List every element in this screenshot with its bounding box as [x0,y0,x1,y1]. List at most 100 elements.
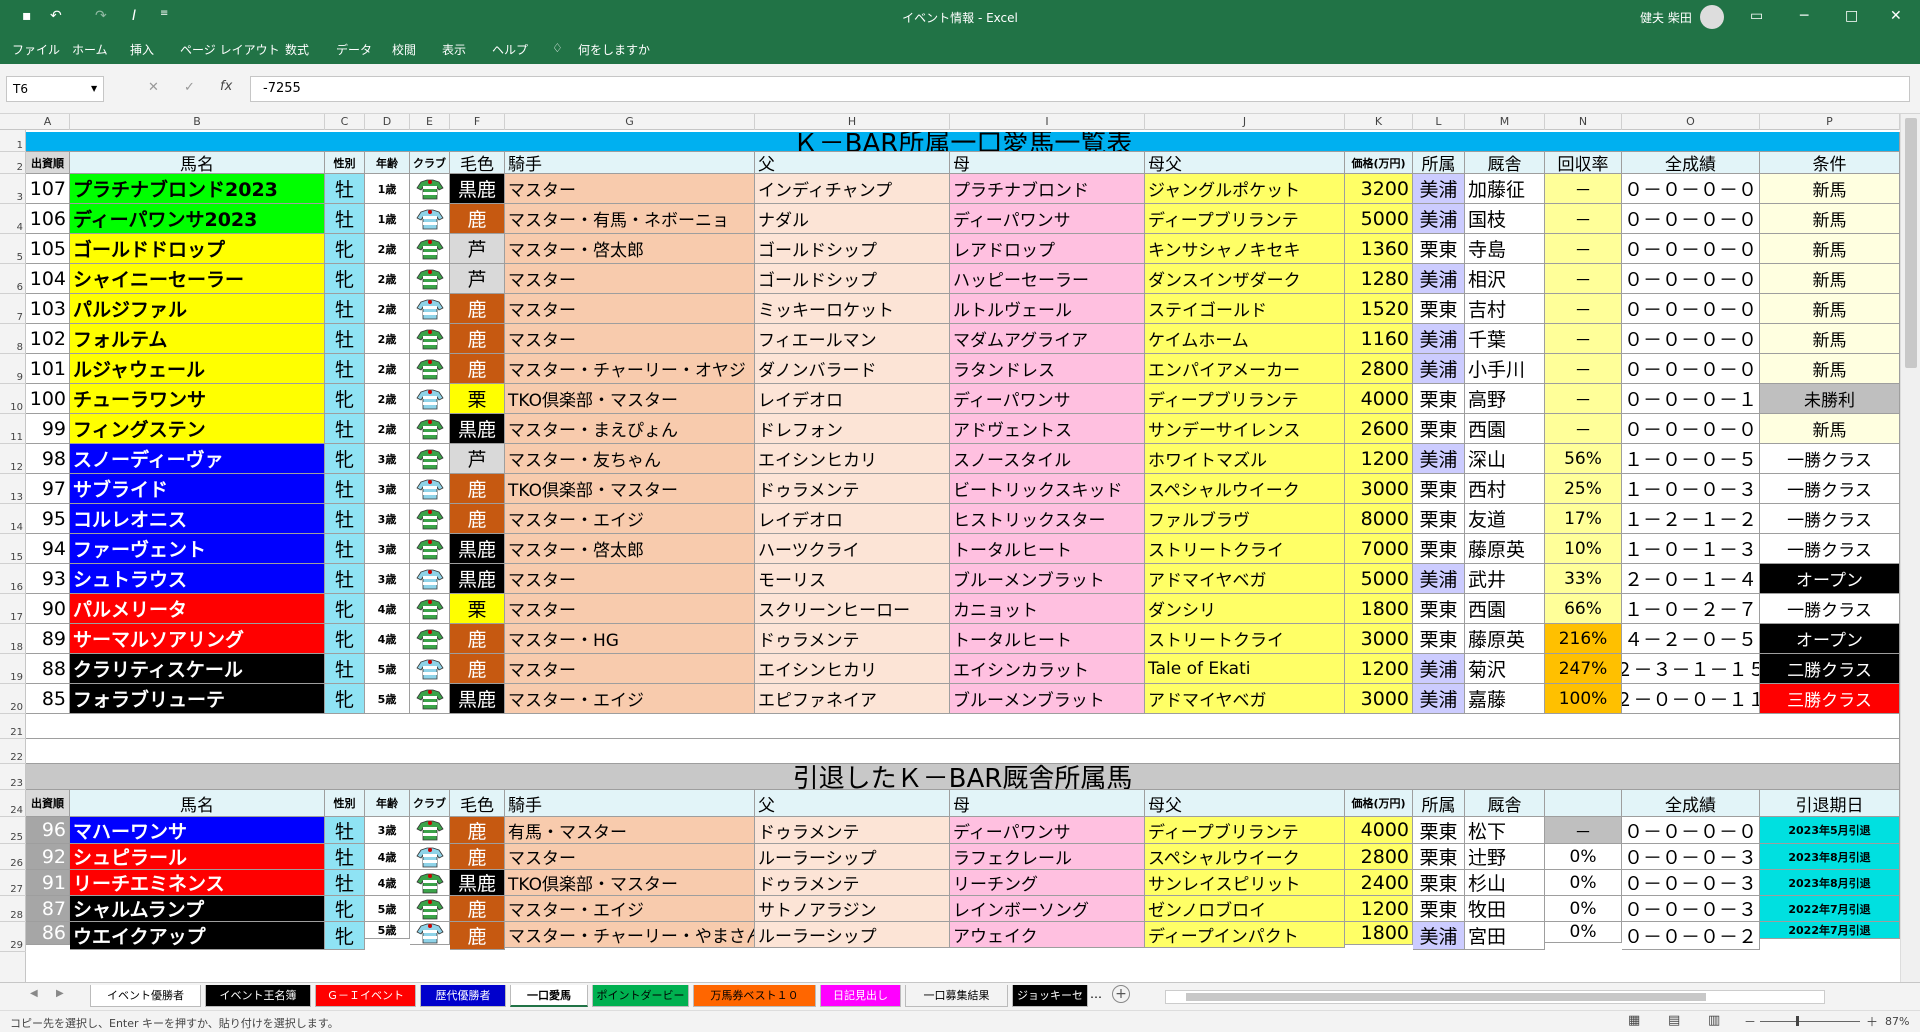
row-header-7[interactable]: 7 [0,294,26,324]
row-header-26[interactable]: 26 [0,844,26,870]
section1-belong-13[interactable]: 美浦 [1413,564,1465,594]
section2-jockey-1[interactable]: マスター [505,844,755,870]
section1-no-5[interactable]: 102 [26,324,70,354]
section1-header-price[interactable]: 価格(万円) [1345,152,1413,174]
section1-header-damsire[interactable]: 母父 [1145,152,1345,174]
section1-jockey-17[interactable]: マスター・エイジ [505,684,755,714]
section2-header-damsire[interactable]: 母父 [1145,790,1345,817]
section2-jockey-2[interactable]: TKO倶楽部・マスター [505,870,755,896]
page-layout-icon[interactable]: ▤ [1668,1013,1680,1028]
sheet-tab-3[interactable]: 歴代優勝者 [420,985,506,1007]
section1-no-15[interactable]: 89 [26,624,70,654]
section1-dam-5[interactable]: マダムアグライア [950,324,1145,354]
section2-sire-3[interactable]: サトノアラジン [755,896,950,922]
section1-price-0[interactable]: 3200 [1345,174,1413,204]
minimize-icon[interactable]: ─ [1800,8,1808,24]
section1-cond-17[interactable]: 三勝クラス [1760,684,1900,714]
section1-damsire-0[interactable]: ジャングルポケット [1145,174,1345,204]
section2-age-0[interactable]: 3歳 [365,817,410,844]
section1-name-3[interactable]: シャイニーセーラー [70,264,325,294]
section2-trainer-4[interactable]: 宮田 [1465,922,1545,950]
column-header-A[interactable]: A [26,114,70,130]
section1-cond-7[interactable]: 未勝利 [1760,384,1900,414]
section1-no-7[interactable]: 100 [26,384,70,414]
section1-sire-12[interactable]: ハーツクライ [755,534,950,564]
section1-jockey-7[interactable]: TKO倶楽部・マスター [505,384,755,414]
section1-jockey-14[interactable]: マスター [505,594,755,624]
section1-name-9[interactable]: スノーディーヴァ [70,444,325,474]
section1-cond-4[interactable]: 新馬 [1760,294,1900,324]
section1-belong-7[interactable]: 栗東 [1413,384,1465,414]
section2-belong-4[interactable]: 美浦 [1413,922,1465,950]
section1-dam-7[interactable]: ディーパワンサ [950,384,1145,414]
row-header-3[interactable]: 3 [0,174,26,204]
section1-price-16[interactable]: 1200 [1345,654,1413,684]
section1-record-3[interactable]: ０－０－０－０ [1622,264,1760,294]
section1-belong-0[interactable]: 美浦 [1413,174,1465,204]
section1-trainer-11[interactable]: 友道 [1465,504,1545,534]
h-scroll-thumb[interactable] [1186,993,1706,1001]
section1-color-7[interactable]: 栗 [450,384,505,414]
section1-belong-15[interactable]: 栗東 [1413,624,1465,654]
section1-sire-14[interactable]: スクリーンヒーロー [755,594,950,624]
row-header-6[interactable]: 6 [0,264,26,294]
tab-home[interactable]: ホーム [72,41,108,58]
section1-sex-8[interactable]: 牡 [325,414,365,444]
section1-jockey-12[interactable]: マスター・啓太郎 [505,534,755,564]
section1-cond-6[interactable]: 新馬 [1760,354,1900,384]
section1-age-1[interactable]: 1歳 [365,204,410,234]
section1-age-15[interactable]: 4歳 [365,624,410,654]
section1-sire-8[interactable]: ドレフォン [755,414,950,444]
section1-color-13[interactable]: 黒鹿 [450,564,505,594]
row-header-5[interactable]: 5 [0,234,26,264]
section1-record-1[interactable]: ０－０－０－０ [1622,204,1760,234]
user-name[interactable]: 健夫 柴田 [1640,9,1692,26]
section2-name-1[interactable]: シュピラール [70,844,325,870]
sheet-tab-5[interactable]: ポイントダービー [592,985,689,1007]
section2-header-color[interactable]: 毛色 [450,790,505,817]
section1-record-13[interactable]: ２－０－１－４ [1622,564,1760,594]
section1-color-6[interactable]: 鹿 [450,354,505,384]
section1-name-7[interactable]: チューラワンサ [70,384,325,414]
section1-belong-2[interactable]: 栗東 [1413,234,1465,264]
section1-age-16[interactable]: 5歳 [365,654,410,684]
section1-trainer-2[interactable]: 寺島 [1465,234,1545,264]
section2-damsire-3[interactable]: ゼンノロブロイ [1145,896,1345,922]
section1-club-15[interactable] [410,624,450,654]
section2-sex-4[interactable]: 牝 [325,922,365,950]
row-header-18[interactable]: 18 [0,624,26,654]
section1-name-11[interactable]: コルレオニス [70,504,325,534]
section1-age-2[interactable]: 2歳 [365,234,410,264]
section1-price-11[interactable]: 8000 [1345,504,1413,534]
section1-name-12[interactable]: ファーヴェント [70,534,325,564]
tab-page-layout[interactable]: ページ レイアウト [180,41,280,58]
section1-record-8[interactable]: ０－０－０－０ [1622,414,1760,444]
section1-price-3[interactable]: 1280 [1345,264,1413,294]
tab-insert[interactable]: 挿入 [130,41,154,58]
section1-price-15[interactable]: 3000 [1345,624,1413,654]
row-header-16[interactable]: 16 [0,564,26,594]
section1-record-0[interactable]: ０－０－０－０ [1622,174,1760,204]
section2-club-1[interactable] [410,844,450,870]
section2-sire-4[interactable]: ルーラーシップ [755,922,950,948]
section1-sire-7[interactable]: レイデオロ [755,384,950,414]
section1-cond-5[interactable]: 新馬 [1760,324,1900,354]
section1-sex-5[interactable]: 牡 [325,324,365,354]
section2-no-0[interactable]: 96 [26,817,70,844]
zoom-slider[interactable] [1760,1021,1860,1022]
section1-age-9[interactable]: 3歳 [365,444,410,474]
section1-dam-0[interactable]: プラチナブロンド [950,174,1145,204]
section1-sex-11[interactable]: 牡 [325,504,365,534]
close-icon[interactable]: ✕ [1890,8,1902,24]
page-break-icon[interactable]: ▥ [1708,1013,1720,1028]
section2-cond-2[interactable]: 2023年8月引退 [1760,870,1900,896]
chevron-down-icon[interactable]: ▼ [91,77,97,101]
section1-record-15[interactable]: ４－２－０－５ [1622,624,1760,654]
worksheet-grid[interactable]: ABCDEFGHIJKLMNOP 1 2 3 4 5 6 7 8 9 10 11 12 13 14 15 16… [0,114,1920,982]
section1-dam-2[interactable]: レアドロップ [950,234,1145,264]
row-header-2[interactable]: 2 [0,152,26,174]
section1-age-3[interactable]: 2歳 [365,264,410,294]
section1-cond-11[interactable]: 一勝クラス [1760,504,1900,534]
section1-dam-9[interactable]: スノースタイル [950,444,1145,474]
section1-sex-15[interactable]: 牝 [325,624,365,654]
